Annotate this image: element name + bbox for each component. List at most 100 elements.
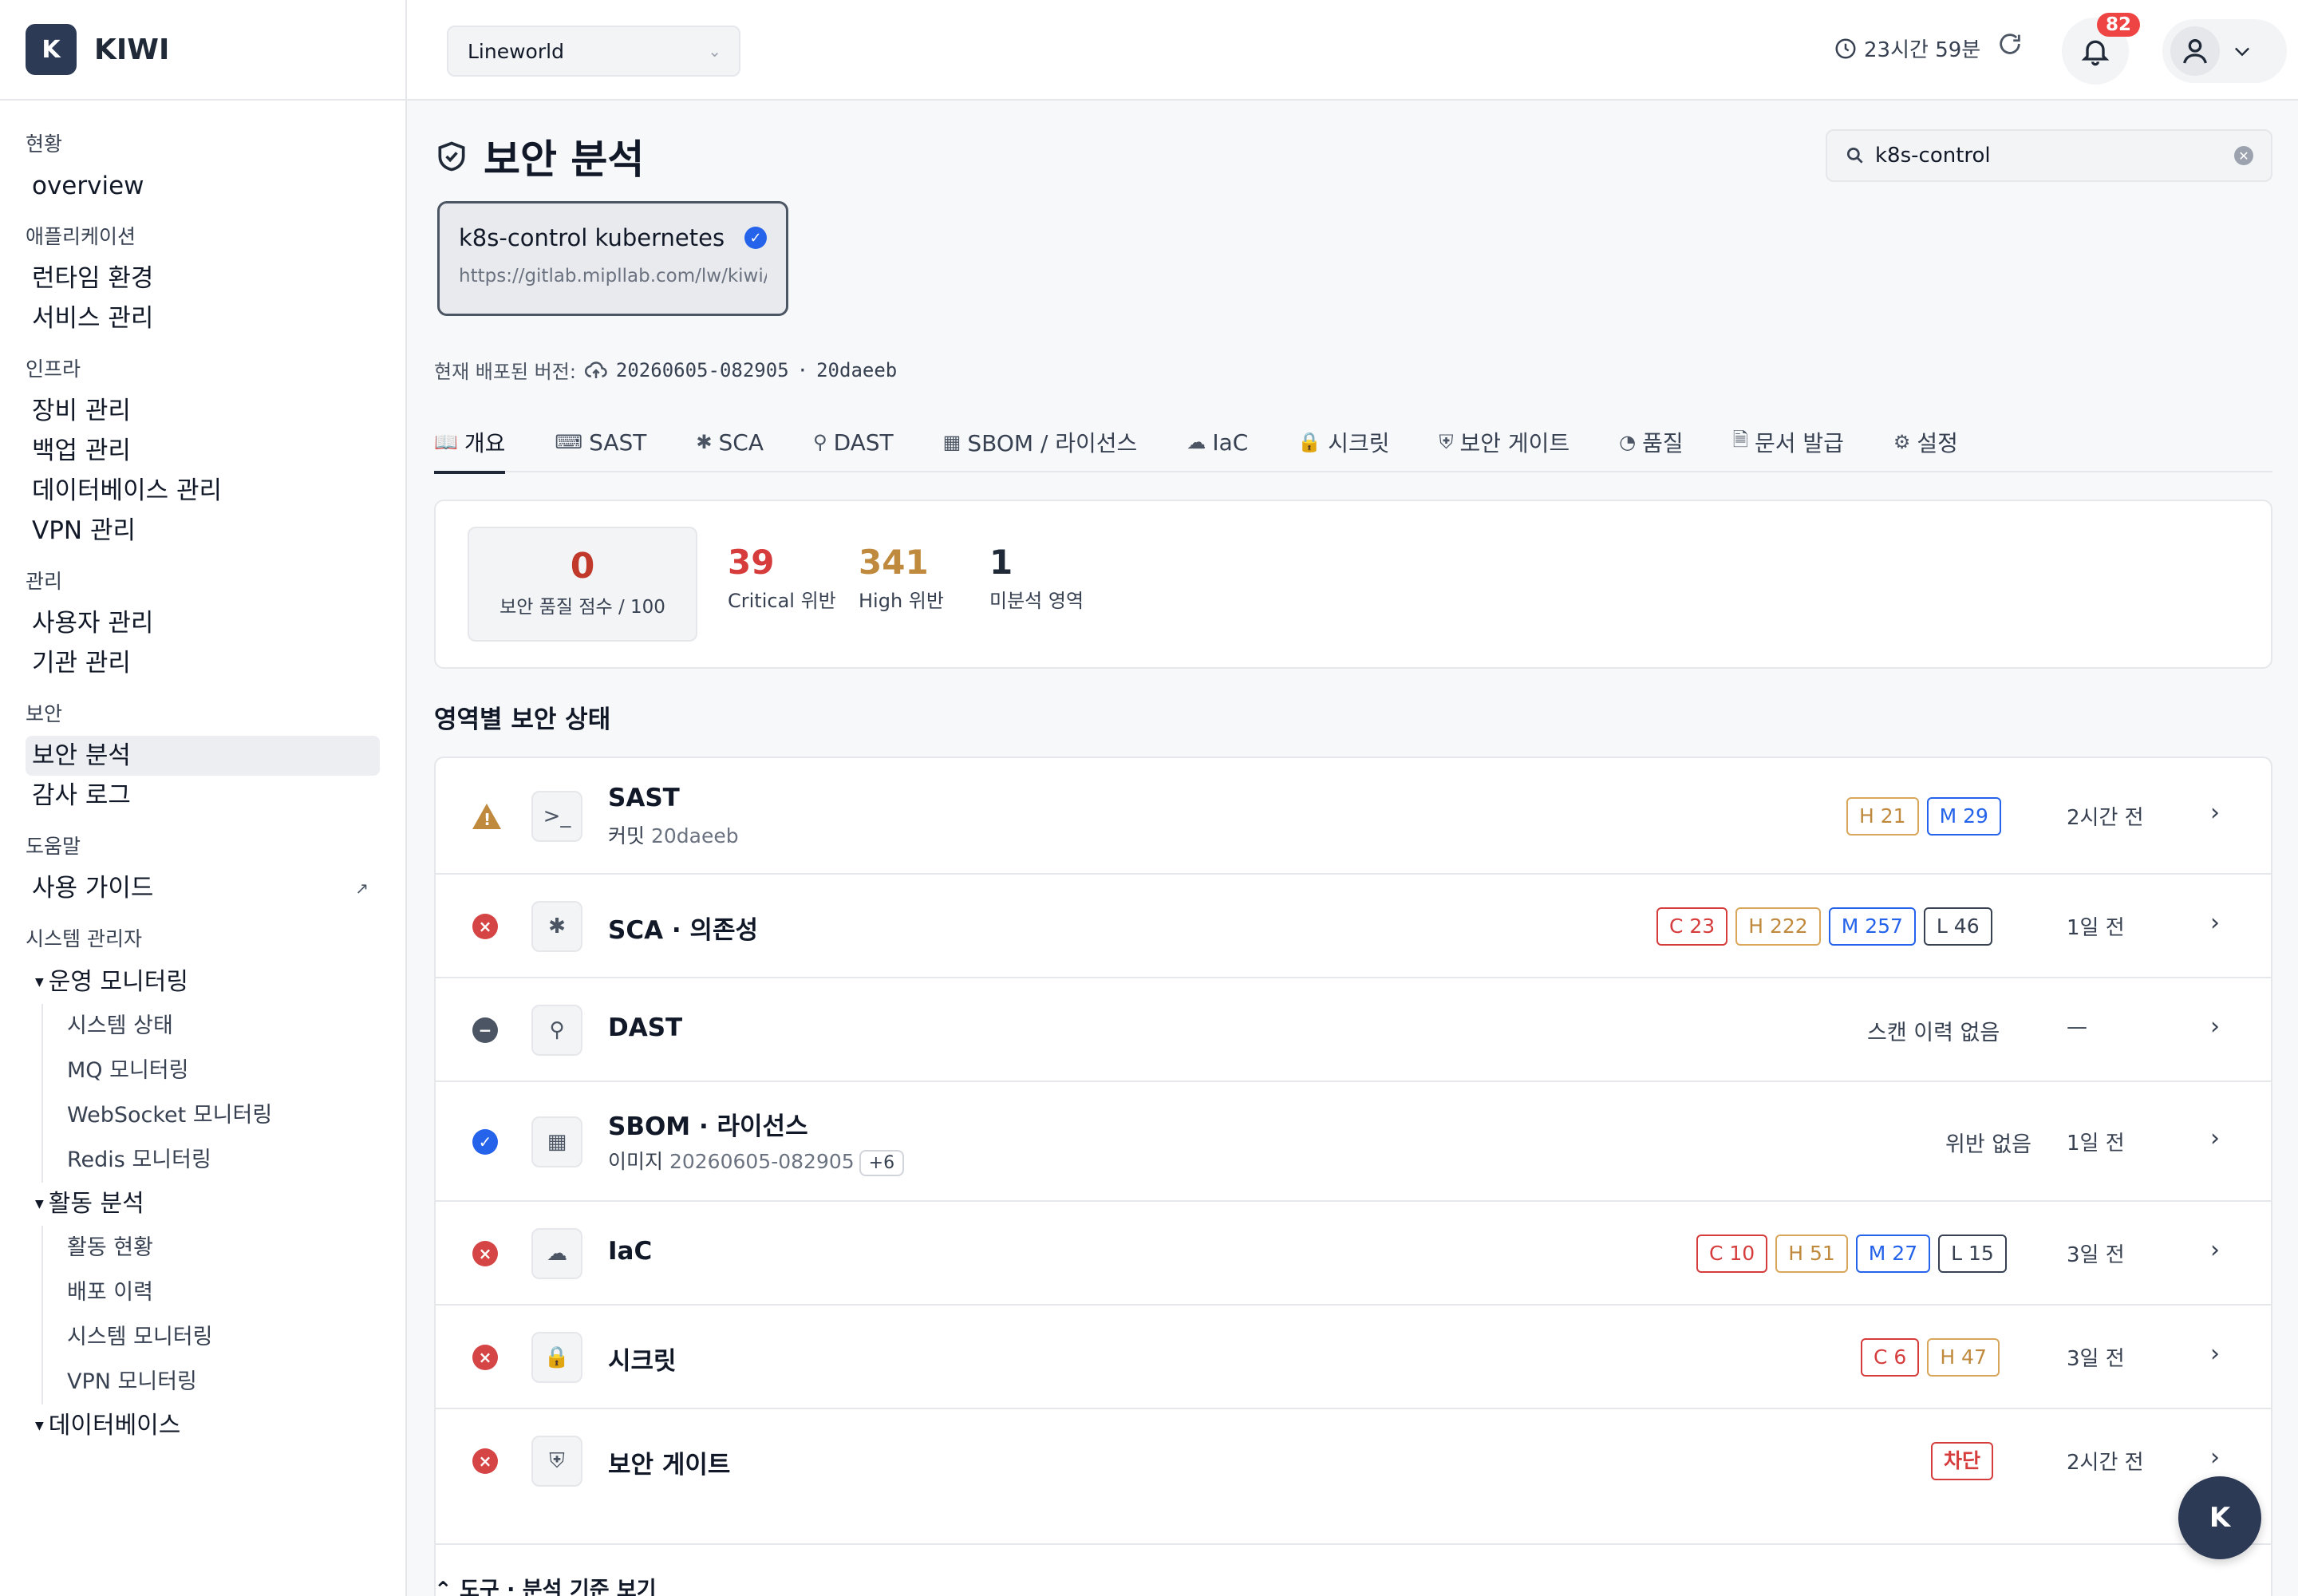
grid-icon: ▦ <box>942 431 961 453</box>
area-row-security-gate[interactable]: × ⛨ 보안 게이트 차단 2시간 전 › <box>436 1409 2271 1513</box>
area-sub-label: 이미지 <box>608 1150 664 1173</box>
chevron-right-icon[interactable]: › <box>2210 1013 2220 1041</box>
syringe-icon: ⚲ <box>812 431 827 453</box>
sidebar-subitem-vpn-monitoring[interactable]: VPN 모니터링 <box>43 1360 380 1404</box>
refresh-icon[interactable] <box>1996 30 2024 65</box>
severity-pills: H 21 M 29 <box>1846 797 2001 836</box>
sidebar-subitem-activity[interactable]: 활동 현황 <box>43 1226 380 1270</box>
error-icon: × <box>472 1448 498 1474</box>
severity-pill-high: H 222 <box>1735 907 1821 946</box>
book-icon: 📖 <box>434 431 458 453</box>
tab-overview[interactable]: 📖 개요 <box>434 412 506 474</box>
tab-label: SBOM / 라이선스 <box>967 430 1138 456</box>
tab-label: 보안 게이트 <box>1459 430 1570 456</box>
stat-label: High 위반 <box>859 590 944 612</box>
chevron-right-icon[interactable]: › <box>2210 1124 2220 1152</box>
tab-sca[interactable]: ✱ SCA <box>696 412 764 472</box>
more-chip[interactable]: +6 <box>859 1150 905 1176</box>
tools-toggle[interactable]: ⌃ 도구 · 분석 기준 보기 <box>434 1572 657 1596</box>
sidebar-subitem-system-monitoring[interactable]: 시스템 모니터링 <box>43 1315 380 1360</box>
sidebar-item-orgs[interactable]: 기관 관리 <box>26 643 380 683</box>
severity-pill-critical: C 10 <box>1696 1235 1768 1273</box>
bug-icon: ✱ <box>531 901 582 952</box>
area-sub: 이미지 20260605-082905 +6 <box>608 1146 905 1176</box>
area-row-iac[interactable]: × ☁ IaC C 10 H 51 M 27 L 15 3일 전 › <box>436 1202 2271 1306</box>
area-row-dast[interactable]: − ⚲ DAST 스캔 이력 없음 — › <box>436 978 2271 1082</box>
clear-icon[interactable]: ✕ <box>2234 146 2253 165</box>
user-menu-button[interactable] <box>2162 19 2287 83</box>
tab-bar: 📖 개요 ⌨ SAST ✱ SCA ⚲ DAST ▦ SBOM / 라이선스 ☁ IaC 🔒… <box>434 412 2272 474</box>
severity-pills: C 6 H 47 <box>1861 1338 2000 1377</box>
sidebar-item-equipment[interactable]: 장비 관리 <box>26 391 380 431</box>
repo-url: https://gitlab.mipllab.com/lw/kiwi/... <box>459 266 767 286</box>
sidebar-item-guide[interactable]: 사용 가이드 ↗ <box>26 868 380 908</box>
repo-card[interactable]: k8s-control kubernetes ✓ https://gitlab.… <box>437 201 788 316</box>
chevron-right-icon[interactable]: › <box>2210 1444 2220 1472</box>
area-row-sast[interactable]: ! >_ SAST 커밋 20daeeb H 21 M 29 2시간 전 › <box>436 758 2271 875</box>
sidebar-subitem-mq[interactable]: MQ 모니터링 <box>43 1049 380 1093</box>
cloud-icon: ☁ <box>531 1228 582 1279</box>
repo-name: k8s-control kubernetes ✓ <box>459 224 767 251</box>
nav-section-help: 도움말 사용 가이드 ↗ <box>26 833 380 908</box>
page-title-text: 보안 분석 <box>484 136 645 183</box>
sidebar-item-label: 백업 관리 <box>32 437 131 465</box>
terminal-icon: >_ <box>531 791 582 842</box>
sidebar-item-services[interactable]: 서비스 관리 <box>26 298 380 338</box>
sidebar-item-audit-log[interactable]: 감사 로그 <box>26 776 380 816</box>
nav-sub-list: 활동 현황 배포 이력 시스템 모니터링 VPN 모니터링 <box>41 1226 380 1404</box>
chevron-right-icon[interactable]: › <box>2210 1236 2220 1264</box>
assistant-fab[interactable]: K <box>2178 1476 2261 1559</box>
nav-group-ops-monitoring[interactable]: ▼ 운영 모니터링 <box>26 961 380 1004</box>
stat-label: Critical 위반 <box>728 590 836 612</box>
brand[interactable]: K KIWI <box>0 0 405 101</box>
tab-secrets[interactable]: 🔒 시크릿 <box>1297 412 1389 472</box>
area-when: 1일 전 <box>2067 916 2125 940</box>
nav-section-status: 현황 overview <box>26 131 380 206</box>
sidebar-item-label: 기관 관리 <box>32 649 131 678</box>
chevron-right-icon[interactable]: › <box>2210 1340 2220 1368</box>
tab-documents[interactable]: 🗎 문서 발급 <box>1733 412 1844 472</box>
area-row-sbom[interactable]: ✓ ▦ SBOM · 라이선스 이미지 20260605-082905 +6 위반… <box>436 1082 2271 1202</box>
area-when: 2시간 전 <box>2067 806 2144 830</box>
area-row-secrets[interactable]: × 🔒 시크릿 C 6 H 47 3일 전 › <box>436 1306 2271 1409</box>
error-icon: × <box>472 1345 498 1370</box>
chevron-right-icon[interactable]: › <box>2210 909 2220 937</box>
severity-pill-medium: M 27 <box>1855 1235 1931 1273</box>
search-input[interactable]: k8s-control ✕ <box>1826 129 2272 182</box>
nav-section-title: 인프라 <box>26 358 81 381</box>
tab-security-gate[interactable]: ⛨ 보안 게이트 <box>1439 412 1570 472</box>
nav-group-activity[interactable]: ▼ 활동 분석 <box>26 1183 380 1226</box>
chevron-right-icon[interactable]: › <box>2210 799 2220 827</box>
nav-group-label: 운영 모니터링 <box>48 968 188 996</box>
sidebar-item-backup[interactable]: 백업 관리 <box>26 431 380 471</box>
project-select[interactable]: Lineworld ⌄ <box>447 26 740 77</box>
area-row-sca[interactable]: × ✱ SCA · 의존성 C 23 H 222 M 257 L 46 1일 전… <box>436 875 2271 978</box>
tab-iac[interactable]: ☁ IaC <box>1187 412 1248 472</box>
sidebar-subitem-deploy-history[interactable]: 배포 이력 <box>43 1270 380 1315</box>
sidebar-item-users[interactable]: 사용자 관리 <box>26 603 380 643</box>
search-icon <box>1846 147 1863 164</box>
gear-icon: ⚙ <box>1893 431 1911 453</box>
nav-group-database[interactable]: ▼ 데이터베이스 <box>26 1404 380 1448</box>
sidebar-item-database[interactable]: 데이터베이스 관리 <box>26 471 380 511</box>
tab-dast[interactable]: ⚲ DAST <box>813 412 894 472</box>
project-select-value: Lineworld <box>468 39 564 63</box>
nav-section-title: 도움말 <box>26 835 81 858</box>
sidebar-item-security-analysis[interactable]: 보안 분석 <box>26 736 380 776</box>
sidebar-subitem-redis[interactable]: Redis 모니터링 <box>43 1138 380 1183</box>
sidebar-item-vpn[interactable]: VPN 관리 <box>26 511 380 551</box>
tab-sast[interactable]: ⌨ SAST <box>555 412 646 472</box>
sidebar-item-runtime[interactable]: 런타임 환경 <box>26 259 380 298</box>
tab-quality[interactable]: ◔ 품질 <box>1619 412 1683 472</box>
tab-sbom[interactable]: ▦ SBOM / 라이선스 <box>943 412 1138 472</box>
sidebar-item-overview[interactable]: overview <box>26 166 380 206</box>
syringe-icon: ⚲ <box>531 1005 582 1056</box>
sidebar-subitem-system-status[interactable]: 시스템 상태 <box>43 1004 380 1049</box>
tab-label: 설정 <box>1917 430 1958 456</box>
sidebar-subitem-websocket[interactable]: WebSocket 모니터링 <box>43 1093 380 1138</box>
sidebar-item-label: 사용자 관리 <box>32 609 154 638</box>
tab-settings[interactable]: ⚙ 설정 <box>1893 412 1958 472</box>
error-icon: × <box>472 914 498 939</box>
external-link-icon: ↗ <box>355 879 369 898</box>
shield-icon: ⛨ <box>531 1436 582 1487</box>
